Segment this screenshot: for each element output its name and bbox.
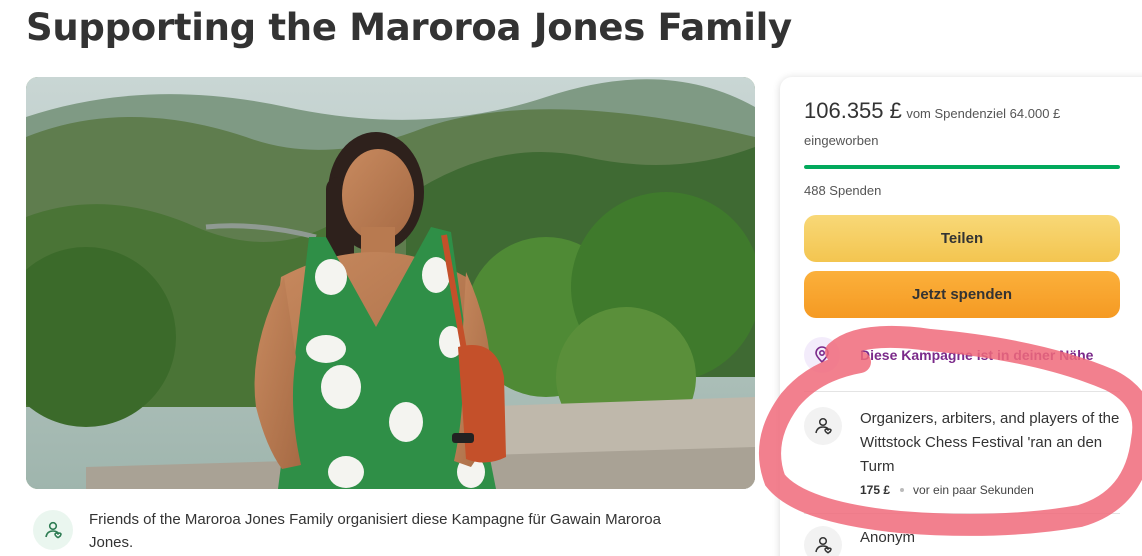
donate-button[interactable]: Jetzt spenden	[804, 271, 1120, 318]
raised-amount: 106.355 £	[804, 98, 902, 123]
donor-name: Organizers, arbiters, and players of the…	[860, 410, 1120, 475]
organizer-text: Friends of the Maroroa Jones Family orga…	[89, 511, 661, 551]
organizer-info: Friends of the Maroroa Jones Family orga…	[33, 508, 753, 556]
divider	[804, 391, 1120, 392]
heart-hand-icon	[804, 407, 842, 445]
divider	[804, 513, 1120, 514]
donor-time: vor ein paar Sekunden	[913, 483, 1034, 497]
separator-dot	[900, 488, 905, 492]
nearby-text: Diese Kampagne ist in deiner Nähe	[860, 347, 1094, 363]
heart-hand-icon	[804, 526, 842, 556]
donor-name: Anonym	[860, 529, 916, 546]
donor-item: Organizers, arbiters, and players of the…	[804, 407, 1120, 497]
progress-fill	[804, 165, 1120, 169]
nearby-notice[interactable]: Diese Kampagne ist in deiner Nähe	[804, 335, 1120, 375]
heart-hand-icon	[33, 510, 73, 550]
goal-text: vom Spendenziel 64.000 £	[906, 106, 1061, 121]
donor-item: Anonym	[804, 526, 1120, 556]
campaign-photo-image	[26, 77, 755, 489]
raised-label: eingeworben	[804, 133, 879, 148]
amount-raised: 106.355 £ vom Spendenziel 64.000 £	[804, 99, 1104, 126]
page-title: Supporting the Maroroa Jones Family	[26, 6, 792, 49]
donation-card: 106.355 £ vom Spendenziel 64.000 £ einge…	[780, 77, 1142, 556]
campaign-photo[interactable]	[26, 77, 755, 489]
donor-amount: 175 £	[860, 483, 891, 497]
donations-count: 488 Spenden	[804, 183, 882, 198]
donor-meta: 175 £ vor ein paar Sekunden	[860, 483, 1120, 497]
share-button[interactable]: Teilen	[804, 215, 1120, 262]
location-pin-icon	[804, 337, 840, 373]
progress-bar	[804, 165, 1120, 169]
